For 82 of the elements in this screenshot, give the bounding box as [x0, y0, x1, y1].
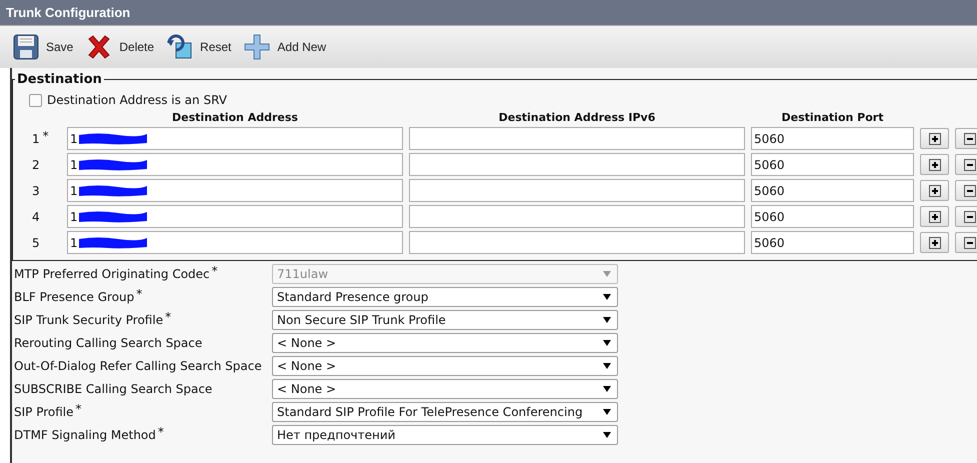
field-label: MTP Preferred Originating Codec	[14, 267, 210, 281]
minus-icon	[964, 236, 976, 248]
port-field[interactable]: 5060	[751, 127, 914, 150]
remove-row-button[interactable]	[955, 180, 977, 201]
remove-row-button[interactable]	[955, 154, 977, 175]
required-mark: *	[212, 264, 218, 278]
field-label: SIP Trunk Security Profile	[14, 313, 164, 327]
section-legend: Destination	[15, 72, 104, 87]
ipv6-field[interactable]	[409, 179, 745, 202]
srv-checkbox[interactable]	[29, 94, 42, 106]
minus-icon	[964, 132, 976, 144]
remove-row-button[interactable]	[955, 206, 977, 227]
caret-icon	[603, 432, 611, 438]
ipv6-field[interactable]	[409, 153, 745, 176]
column-header: Destination Address IPv6	[498, 111, 656, 124]
plus-icon	[928, 158, 940, 170]
dropdown[interactable]: < None >	[272, 333, 618, 353]
field-label: BLF Presence Group	[14, 290, 134, 304]
add-button[interactable]: Add New	[239, 33, 330, 61]
reset-button[interactable]: Reset	[162, 33, 236, 61]
column-header: Destination Address	[171, 111, 299, 124]
reset-icon	[166, 33, 194, 61]
remove-row-button[interactable]	[955, 128, 977, 149]
port-field[interactable]: 5060	[751, 205, 914, 228]
plus-icon	[928, 210, 940, 222]
field-label: SIP Profile	[14, 405, 74, 419]
address-field[interactable]: 1	[67, 153, 403, 176]
caret-icon	[603, 340, 611, 346]
dropdown[interactable]: Non Secure SIP Trunk Profile	[272, 310, 618, 330]
remove-row-button[interactable]	[955, 232, 977, 253]
delete-button[interactable]: Delete	[81, 33, 158, 61]
dropdown[interactable]: < None >	[272, 379, 618, 399]
add-row-button[interactable]	[920, 206, 949, 227]
plus-icon	[928, 236, 940, 248]
row-number: 3	[32, 184, 40, 198]
checkbox-label: Destination Address is an SRV	[47, 93, 227, 107]
required-mark: *	[158, 425, 164, 439]
caret-icon	[603, 317, 611, 323]
port-field[interactable]: 5060	[751, 231, 914, 254]
caret-icon	[603, 386, 611, 392]
address-field[interactable]: 1	[67, 231, 403, 254]
add-row-button[interactable]	[920, 128, 949, 149]
minus-icon	[964, 184, 976, 196]
plus-icon	[928, 184, 940, 196]
ipv6-field[interactable]	[409, 127, 745, 150]
dropdown[interactable]: Standard Presence group	[272, 287, 618, 307]
ipv6-field[interactable]	[409, 231, 745, 254]
caret-icon	[603, 363, 611, 369]
row-number: 1	[32, 132, 40, 146]
port-field[interactable]: 5060	[751, 153, 914, 176]
caret-icon	[603, 409, 611, 415]
address-field[interactable]: 1	[67, 205, 403, 228]
field-label: Out-Of-Dialog Refer Calling Search Space	[14, 359, 262, 373]
field-label: Rerouting Calling Search Space	[14, 336, 202, 350]
port-field[interactable]: 5060	[751, 179, 914, 202]
ipv6-field[interactable]	[409, 205, 745, 228]
row-number: 4	[32, 210, 40, 224]
add-row-button[interactable]	[920, 232, 949, 253]
save-button[interactable]: Save	[8, 33, 78, 61]
caret-icon	[603, 271, 611, 277]
column-header: Destination Port	[780, 111, 884, 124]
row-number: 2	[32, 158, 40, 172]
plus-icon	[243, 33, 272, 61]
required-mark: *	[42, 128, 49, 142]
caret-icon	[603, 294, 611, 300]
add-row-button[interactable]	[920, 154, 949, 175]
required-mark: *	[136, 287, 142, 301]
row-number: 5	[32, 236, 40, 250]
dropdown[interactable]: Нет предпочтений	[272, 425, 618, 445]
field-label: DTMF Signaling Method	[14, 428, 156, 442]
window-title: Trunk Configuration	[6, 5, 130, 20]
address-field[interactable]: 1	[67, 179, 403, 202]
dropdown[interactable]: Standard SIP Profile For TelePresence Conferencing	[272, 402, 618, 422]
field-label: SUBSCRIBE Calling Search Space	[14, 382, 212, 396]
address-field[interactable]: 1	[67, 127, 403, 150]
required-mark: *	[76, 402, 82, 416]
dropdown[interactable]: < None >	[272, 356, 618, 376]
minus-icon	[964, 158, 976, 170]
minus-icon	[964, 210, 976, 222]
required-mark: *	[165, 310, 172, 324]
plus-icon	[928, 132, 940, 144]
add-row-button[interactable]	[920, 180, 949, 201]
